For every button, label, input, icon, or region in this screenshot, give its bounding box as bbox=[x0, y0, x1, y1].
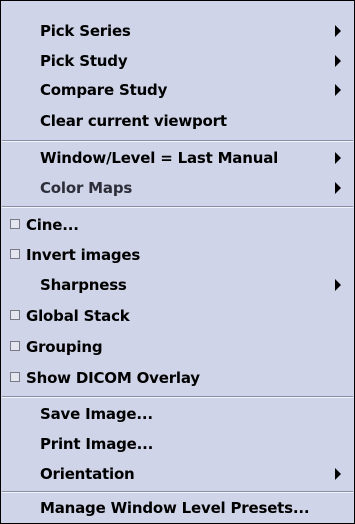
menu-item-pick-study[interactable]: Pick Study bbox=[1, 45, 354, 76]
submenu-arrow-icon bbox=[335, 278, 341, 291]
menu-item-window-level[interactable]: Window/Level = Last Manual bbox=[1, 142, 354, 173]
menu-item-label: Print Image... bbox=[40, 434, 154, 453]
menu-item-label: Cine... bbox=[26, 215, 79, 234]
menu-item-label: Grouping bbox=[26, 337, 103, 356]
checkbox-icon[interactable] bbox=[10, 309, 20, 320]
menu-item-color-maps[interactable]: Color Maps bbox=[1, 172, 354, 203]
menu-item-label: Show DICOM Overlay bbox=[26, 368, 200, 387]
menu-item-label: Invert images bbox=[26, 245, 141, 264]
menu-item-orientation[interactable]: Orientation bbox=[1, 458, 354, 489]
menu-item-label: Sharpness bbox=[40, 275, 127, 294]
checkbox-icon[interactable] bbox=[10, 371, 20, 382]
menu-item-compare-study[interactable]: Compare Study bbox=[1, 74, 354, 105]
menu-item-label: Global Stack bbox=[26, 306, 130, 325]
context-menu: Pick Series Pick Study Compare Study Cle… bbox=[0, 0, 355, 524]
checkbox-icon[interactable] bbox=[10, 218, 20, 229]
menu-item-cine[interactable]: Cine... bbox=[1, 209, 354, 240]
checkbox-icon[interactable] bbox=[10, 248, 20, 259]
menu-item-label: Color Maps bbox=[40, 178, 133, 197]
menu-item-global-stack[interactable]: Global Stack bbox=[1, 300, 354, 331]
menu-item-save-image[interactable]: Save Image... bbox=[1, 398, 354, 429]
menu-item-show-dicom-overlay[interactable]: Show DICOM Overlay bbox=[1, 362, 354, 393]
submenu-arrow-icon bbox=[335, 467, 341, 480]
menu-item-pick-series[interactable]: Pick Series bbox=[1, 15, 354, 46]
menu-item-print-image[interactable]: Print Image... bbox=[1, 428, 354, 459]
submenu-arrow-icon bbox=[335, 151, 341, 164]
menu-item-label: Manage Window Level Presets... bbox=[40, 498, 310, 517]
menu-item-invert-images[interactable]: Invert images bbox=[1, 239, 354, 270]
menu-item-label: Save Image... bbox=[40, 404, 153, 423]
menu-item-sharpness[interactable]: Sharpness bbox=[1, 269, 354, 300]
menu-item-grouping[interactable]: Grouping bbox=[1, 331, 354, 362]
submenu-arrow-icon bbox=[335, 181, 341, 194]
menu-item-label: Pick Study bbox=[40, 51, 128, 70]
menu-item-label: Pick Series bbox=[40, 21, 131, 40]
menu-item-label: Compare Study bbox=[40, 80, 168, 99]
checkbox-icon[interactable] bbox=[10, 340, 20, 351]
menu-item-clear-viewport[interactable]: Clear current viewport bbox=[1, 105, 354, 136]
menu-item-manage-presets[interactable]: Manage Window Level Presets... bbox=[1, 492, 354, 523]
submenu-arrow-icon bbox=[335, 24, 341, 37]
menu-item-label: Window/Level = Last Manual bbox=[40, 148, 279, 167]
submenu-arrow-icon bbox=[335, 83, 341, 96]
submenu-arrow-icon bbox=[335, 54, 341, 67]
menu-item-label: Orientation bbox=[40, 464, 135, 483]
menu-separator bbox=[2, 206, 353, 208]
menu-item-label: Clear current viewport bbox=[40, 111, 227, 130]
